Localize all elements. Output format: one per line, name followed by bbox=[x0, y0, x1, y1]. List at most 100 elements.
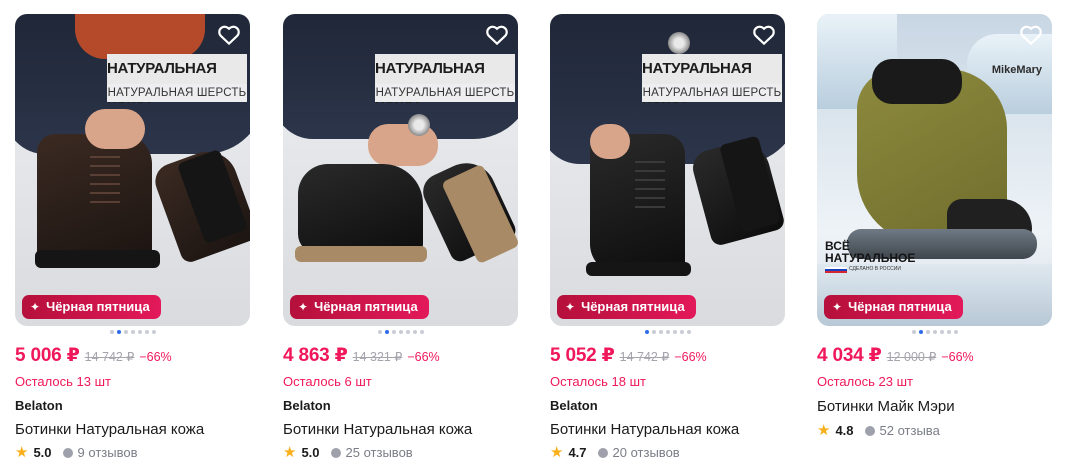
discount: −66% bbox=[674, 350, 707, 364]
comment-bubble-icon bbox=[330, 447, 341, 458]
pagination-dot[interactable] bbox=[679, 330, 684, 334]
pagination-dot[interactable] bbox=[932, 330, 937, 334]
rating-value: 5.0 bbox=[301, 445, 320, 460]
heart-icon[interactable] bbox=[1018, 22, 1044, 48]
reviews-count[interactable]: 20 отзывов bbox=[613, 445, 680, 460]
photo-pagination bbox=[550, 330, 785, 336]
comment-bubble-icon bbox=[864, 425, 875, 436]
pagination-dot[interactable] bbox=[651, 330, 656, 334]
current-price: 5 006 ₽ bbox=[15, 345, 80, 366]
product-photo[interactable]: НАТУРАЛЬНАЯ КОЖА НАТУРАЛЬНАЯ ШЕРСТЬ ✦ Чё… bbox=[550, 14, 785, 326]
heart-icon[interactable] bbox=[484, 22, 510, 48]
product-title[interactable]: Ботинки Натуральная кожа bbox=[15, 421, 204, 438]
brand-name[interactable]: Belaton bbox=[283, 398, 331, 413]
rating-row: ★ 5.0 9 отзывов bbox=[15, 445, 137, 460]
stock-left: Осталось 13 шт bbox=[15, 374, 111, 389]
product-photo[interactable]: НАТУРАЛЬНАЯ КОЖА НАТУРАЛЬНАЯ ШЕРСТЬ ✦ Чё… bbox=[15, 14, 250, 326]
current-price: 4 034 ₽ bbox=[817, 345, 882, 366]
pagination-dot[interactable] bbox=[391, 330, 396, 334]
pagination-dot[interactable] bbox=[377, 330, 382, 334]
watch-image bbox=[408, 114, 430, 136]
black-friday-badge: ✦ Чёрная пятница bbox=[290, 295, 429, 319]
photo-pagination bbox=[15, 330, 250, 336]
pagination-dot[interactable] bbox=[137, 330, 142, 334]
current-price: 4 863 ₽ bbox=[283, 345, 348, 366]
comment-bubble-icon bbox=[62, 447, 73, 458]
brand-name[interactable]: Belaton bbox=[550, 398, 598, 413]
banner-title: НАТУРАЛЬНАЯ КОЖА bbox=[375, 54, 515, 107]
pagination-dot[interactable] bbox=[939, 330, 944, 334]
price-row: 5 006 ₽ 14 742 ₽ −66% bbox=[15, 344, 172, 367]
product-photo[interactable]: НАТУРАЛЬНАЯ КОЖА НАТУРАЛЬНАЯ ШЕРСТЬ ✦ Чё… bbox=[283, 14, 518, 326]
star-icon: ★ bbox=[283, 444, 297, 461]
product-card[interactable]: НАТУРАЛЬНАЯ КОЖА НАТУРАЛЬНАЯ ШЕРСТЬ ✦ Чё… bbox=[15, 14, 250, 469]
star-icon: ★ bbox=[817, 422, 831, 439]
brand-name[interactable]: Belaton bbox=[15, 398, 63, 413]
pagination-dot[interactable] bbox=[665, 330, 670, 334]
pagination-dot[interactable] bbox=[918, 330, 923, 334]
pagination-dot[interactable] bbox=[398, 330, 403, 334]
rating-row: ★ 4.7 20 отзывов bbox=[550, 445, 680, 460]
reviews-count[interactable]: 52 отзыва bbox=[880, 423, 940, 438]
old-price: 12 000 ₽ bbox=[886, 350, 937, 364]
badge-label: Чёрная пятница bbox=[848, 299, 952, 314]
pagination-dot[interactable] bbox=[144, 330, 149, 334]
banner-subtitle: НАТУРАЛЬНАЯ ШЕРСТЬ bbox=[107, 84, 247, 102]
pagination-dot[interactable] bbox=[672, 330, 677, 334]
product-card[interactable]: MikeMary ВСЁ НАТУРАЛЬНОЕ СДЕЛАНО В РОССИ… bbox=[817, 14, 1052, 469]
product-photo[interactable]: MikeMary ВСЁ НАТУРАЛЬНОЕ СДЕЛАНО В РОССИ… bbox=[817, 14, 1052, 326]
badge-label: Чёрная пятница bbox=[581, 299, 685, 314]
pagination-dot[interactable] bbox=[953, 330, 958, 334]
rating-value: 4.8 bbox=[835, 423, 854, 438]
sparkle-icon: ✦ bbox=[832, 300, 843, 314]
pagination-dot[interactable] bbox=[412, 330, 417, 334]
pagination-dot[interactable] bbox=[384, 330, 389, 334]
discount: −66% bbox=[139, 350, 172, 364]
comment-bubble-icon bbox=[597, 447, 608, 458]
banner-subtitle: НАТУРАЛЬНАЯ ШЕРСТЬ bbox=[642, 84, 782, 102]
pagination-dot[interactable] bbox=[405, 330, 410, 334]
product-card[interactable]: НАТУРАЛЬНАЯ КОЖА НАТУРАЛЬНАЯ ШЕРСТЬ ✦ Чё… bbox=[283, 14, 518, 469]
pagination-dot[interactable] bbox=[911, 330, 916, 334]
banner-title: НАТУРАЛЬНАЯ КОЖА bbox=[107, 54, 247, 107]
product-title[interactable]: Ботинки Натуральная кожа bbox=[283, 421, 472, 438]
discount: −66% bbox=[941, 350, 974, 364]
heart-icon[interactable] bbox=[751, 22, 777, 48]
pagination-dot[interactable] bbox=[658, 330, 663, 334]
price-row: 5 052 ₽ 14 742 ₽ −66% bbox=[550, 344, 707, 367]
eco-label: ВСЁ НАТУРАЛЬНОЕ bbox=[825, 239, 916, 265]
old-price: 14 742 ₽ bbox=[84, 350, 135, 364]
discount: −66% bbox=[407, 350, 440, 364]
boot-image bbox=[298, 164, 423, 254]
pagination-dot[interactable] bbox=[109, 330, 114, 334]
black-friday-badge: ✦ Чёрная пятница bbox=[22, 295, 161, 319]
pagination-dot[interactable] bbox=[946, 330, 951, 334]
pagination-dot[interactable] bbox=[116, 330, 121, 334]
reviews-count[interactable]: 9 отзывов bbox=[78, 445, 138, 460]
pagination-dot[interactable] bbox=[123, 330, 128, 334]
photo-pagination bbox=[283, 330, 518, 336]
product-title[interactable]: Ботинки Майк Мэри bbox=[817, 398, 955, 415]
pagination-dot[interactable] bbox=[130, 330, 135, 334]
pagination-dot[interactable] bbox=[151, 330, 156, 334]
pagination-dot[interactable] bbox=[686, 330, 691, 334]
product-title[interactable]: Ботинки Натуральная кожа bbox=[550, 421, 739, 438]
badge-label: Чёрная пятница bbox=[46, 299, 150, 314]
star-icon: ★ bbox=[550, 444, 564, 461]
flag-icon bbox=[825, 267, 847, 273]
sparkle-icon: ✦ bbox=[30, 300, 41, 314]
banner-title: НАТУРАЛЬНАЯ КОЖА bbox=[642, 54, 782, 107]
pagination-dot[interactable] bbox=[419, 330, 424, 334]
price-row: 4 863 ₽ 14 321 ₽ −66% bbox=[283, 344, 440, 367]
pagination-dot[interactable] bbox=[925, 330, 930, 334]
watch-image bbox=[668, 32, 690, 54]
product-card[interactable]: НАТУРАЛЬНАЯ КОЖА НАТУРАЛЬНАЯ ШЕРСТЬ ✦ Чё… bbox=[550, 14, 785, 469]
pagination-dot[interactable] bbox=[644, 330, 649, 334]
sparkle-icon: ✦ bbox=[565, 300, 576, 314]
eco-sublabel: СДЕЛАНО В РОССИИ bbox=[849, 266, 901, 272]
sparkle-icon: ✦ bbox=[298, 300, 309, 314]
old-price: 14 321 ₽ bbox=[352, 350, 403, 364]
heart-icon[interactable] bbox=[216, 22, 242, 48]
rating-value: 5.0 bbox=[33, 445, 52, 460]
reviews-count[interactable]: 25 отзывов bbox=[346, 445, 413, 460]
